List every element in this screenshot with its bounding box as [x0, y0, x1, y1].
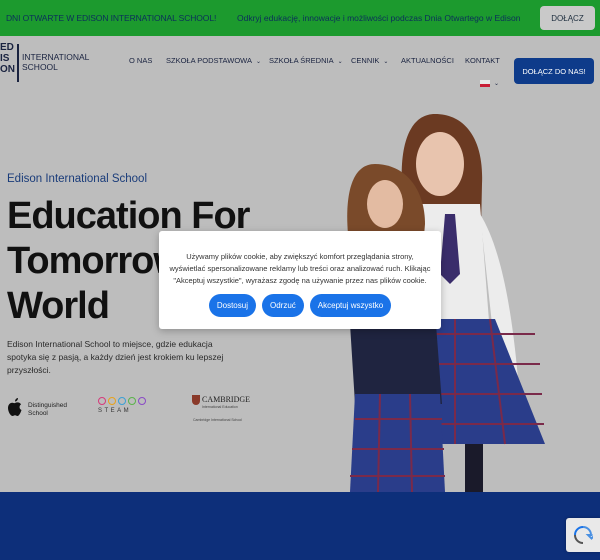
nav-item-o-nas[interactable]: O NAS [129, 56, 152, 65]
announcement-bar: DNI OTWARTE W EDISON INTERNATIONAL SCHOO… [0, 0, 600, 36]
logo-mark: ED IS ON [0, 42, 15, 75]
site-header [0, 36, 600, 104]
apple-icon [8, 398, 22, 416]
nav-item-szkola-podstawowa[interactable]: SZKOŁA PODSTAWOWA ⌄ [166, 56, 261, 65]
apple-distinguished-school: Distinguished School [28, 402, 68, 417]
chevron-down-icon: ⌄ [337, 59, 343, 65]
cambridge-crest-icon [192, 395, 200, 405]
cookie-consent-dialog: Używamy plików cookie, aby zwiększyć kom… [159, 231, 441, 329]
recaptcha-icon [574, 526, 593, 544]
logo-name: INTERNATIONAL SCHOOL [22, 52, 90, 72]
cookie-reject-button[interactable]: Odrzuć [261, 294, 304, 317]
topbar-join-button[interactable]: DOŁĄCZ [540, 6, 595, 30]
nav-item-kontakt[interactable]: KONTAKT [465, 56, 500, 65]
cookie-message: Używamy plików cookie, aby zwiększyć kom… [169, 252, 431, 285]
chevron-down-icon: ⌄ [494, 81, 500, 87]
chevron-down-icon: ⌄ [255, 59, 262, 65]
join-us-button[interactable]: DOŁĄCZ DO NAS! [514, 58, 594, 84]
announcement-text: DNI OTWARTE W EDISON INTERNATIONAL SCHOO… [6, 13, 217, 23]
logo-divider [17, 44, 19, 82]
cookie-accept-all-button[interactable]: Akceptuj wszystko [309, 294, 392, 317]
nav-item-cennik[interactable]: CENNIK ⌄ [351, 56, 388, 65]
nav-item-aktualnosci[interactable]: AKTUALNOŚCI [401, 56, 454, 65]
language-switcher[interactable]: ⌄ [480, 80, 499, 87]
chevron-down-icon: ⌄ [383, 59, 389, 65]
blue-section-band [0, 492, 600, 560]
nav-item-szkola-srednia[interactable]: SZKOŁA ŚREDNIA ⌄ [269, 56, 343, 65]
cambridge-logo: CAMBRIDGE International Education Cambri… [192, 395, 251, 422]
cookie-customize-button[interactable]: Dostosuj [208, 294, 256, 317]
site-logo[interactable]: ED IS ON INTERNATIONAL SCHOOL [0, 42, 90, 86]
hero-description: Edison International School to miejsce, … [7, 339, 224, 375]
promo-text: Odkryj edukację, innowacje i możliwości … [237, 13, 521, 23]
steam-logo: STEAM [98, 397, 150, 423]
polish-flag-icon [480, 80, 490, 87]
hero-subtitle: Edison International School [7, 173, 148, 185]
recaptcha-badge[interactable] [566, 518, 600, 552]
